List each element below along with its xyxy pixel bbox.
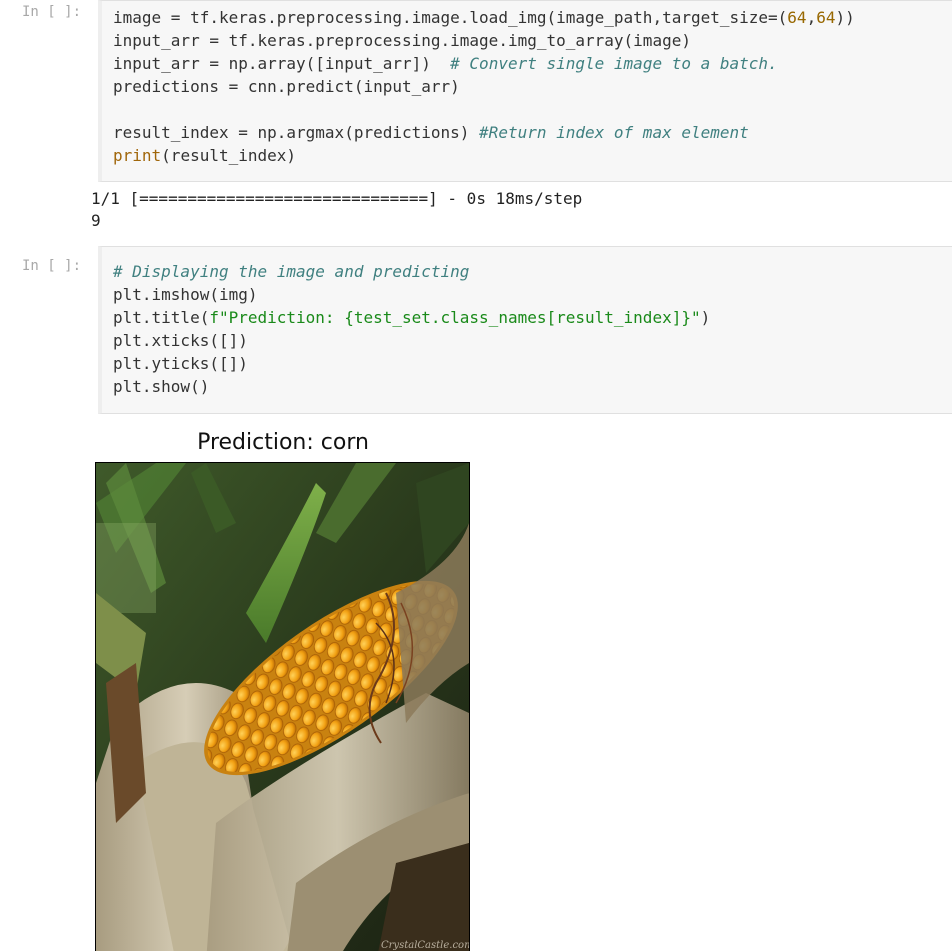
cell-output: 1/1 [==============================] - 0… <box>91 188 582 232</box>
cell-prompt: In [ ]: <box>22 4 82 20</box>
code-token: plt.title( <box>113 308 210 327</box>
code-token: 64 <box>816 8 836 27</box>
code-token: input_arr = np.array([input_arr]) <box>113 54 451 73</box>
code-editor[interactable]: # Displaying the image and predicting plt… <box>113 260 710 398</box>
code-token: #Return index of max element <box>479 123 749 142</box>
code-line: plt.xticks([]) <box>113 329 710 352</box>
code-token: # Convert single image to a batch. <box>450 54 778 73</box>
output-line: 1/1 [==============================] - 0… <box>91 189 583 208</box>
code-token: 64 <box>787 8 807 27</box>
code-token: image = tf.keras.preprocessing.image.loa… <box>113 8 788 27</box>
code-line: plt.imshow(img) <box>113 283 710 306</box>
code-line: # Displaying the image and predicting <box>113 260 710 283</box>
code-token: predictions = cnn.predict(input_arr) <box>113 77 460 96</box>
code-token: f"Prediction: {test_set.class_names[resu… <box>209 308 701 327</box>
output-line: 9 <box>91 211 101 230</box>
code-line: print(result_index) <box>113 144 855 167</box>
code-token: ) <box>700 308 711 327</box>
code-line: input_arr = np.array([input_arr]) # Conv… <box>113 52 855 75</box>
code-token: plt.xticks([]) <box>113 331 248 350</box>
code-line: predictions = cnn.predict(input_arr) <box>113 75 855 98</box>
corn-cob-photo: CrystalCastle.com <box>96 463 469 951</box>
plot-title: Prediction: corn <box>197 430 369 455</box>
code-line: plt.show() <box>113 375 710 398</box>
code-token: plt.show() <box>113 377 210 396</box>
code-token: , <box>806 8 817 27</box>
code-token: )) <box>835 8 855 27</box>
cell-prompt: In [ ]: <box>22 258 82 274</box>
code-line: plt.yticks([]) <box>113 352 710 375</box>
code-token: plt.yticks([]) <box>113 354 248 373</box>
watermark-text: CrystalCastle.com <box>381 940 469 951</box>
code-token: print <box>113 146 162 165</box>
code-token: (result_index) <box>161 146 297 165</box>
code-editor[interactable]: image = tf.keras.preprocessing.image.loa… <box>113 6 855 167</box>
code-line: result_index = np.argmax(predictions) #R… <box>113 121 855 144</box>
code-token: input_arr = tf.keras.preprocessing.image… <box>113 31 691 50</box>
code-token: result_index = np.argmax(predictions) <box>113 123 480 142</box>
code-line: image = tf.keras.preprocessing.image.loa… <box>113 6 855 29</box>
code-line: input_arr = tf.keras.preprocessing.image… <box>113 29 855 52</box>
code-token: plt.imshow(img) <box>113 285 258 304</box>
code-token: # Displaying the image and predicting <box>113 262 470 281</box>
prediction-image: CrystalCastle.com <box>95 462 470 951</box>
code-line: plt.title(f"Prediction: {test_set.class_… <box>113 306 710 329</box>
